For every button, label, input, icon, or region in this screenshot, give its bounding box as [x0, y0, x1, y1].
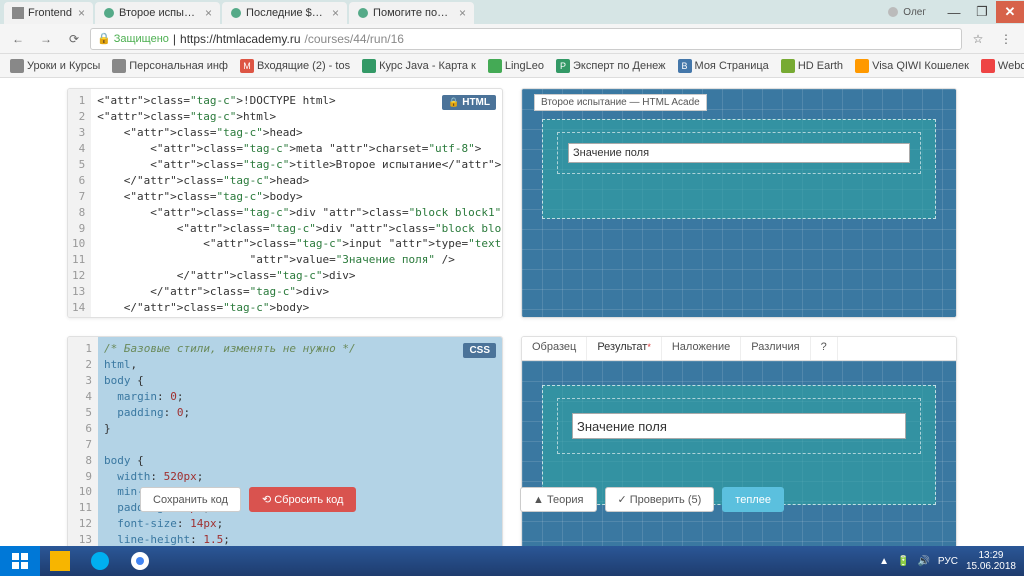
close-icon[interactable]: × [78, 6, 85, 20]
taskbar-app[interactable] [120, 546, 160, 576]
star-icon[interactable]: ☆ [966, 27, 990, 51]
bookmarks-bar: Уроки и Курсы Персональная инф MВходящие… [0, 54, 1024, 78]
bookmark-item[interactable]: Уроки и Курсы [6, 57, 104, 75]
bookmark-item[interactable]: Webcam Toy [977, 57, 1024, 75]
close-icon[interactable]: × [205, 6, 212, 20]
tab-sample[interactable]: Образец [522, 337, 587, 360]
result-tabs: Образец Результат* Наложение Различия ? [522, 337, 956, 361]
menu-icon[interactable]: ⋮ [994, 27, 1018, 51]
window-titlebar: Frontend× Второе испытание — Ба× Последн… [0, 0, 1024, 24]
result-block2 [557, 398, 921, 454]
tab-diff[interactable]: Различия [741, 337, 810, 360]
html-code-body[interactable]: <"attr">class="tag-c">!DOCTYPE html> <"a… [91, 89, 503, 317]
browser-tab[interactable]: Второе испытание — Ба× [95, 2, 220, 24]
url-host: https://htmlacademy.ru [180, 32, 301, 46]
bookmark-item[interactable]: Visa QIWI Кошелек [851, 57, 973, 75]
bookmark-item[interactable]: LingLeo [484, 57, 548, 75]
forward-button[interactable]: → [34, 27, 58, 51]
address-bar-row: ← → ⟳ 🔒 Защищено | https://htmlacademy.r… [0, 24, 1024, 54]
back-button[interactable]: ← [6, 27, 30, 51]
css-badge: CSS [463, 343, 496, 358]
tray-clock[interactable]: 13:29 15.06.2018 [966, 550, 1016, 572]
bookmark-item[interactable]: HD Earth [777, 57, 847, 75]
reset-button[interactable]: ⟲ Сбросить код [249, 487, 356, 512]
tab-overlay[interactable]: Наложение [662, 337, 741, 360]
tab-result[interactable]: Результат* [587, 337, 662, 360]
line-gutter: 123456789101112131415161718 [68, 337, 98, 546]
bookmark-item[interactable]: Курс Java - Карта к [358, 57, 480, 75]
preview-input[interactable] [568, 143, 910, 163]
preview-block1 [542, 119, 936, 219]
lock-icon: 🔒 Защищено [97, 32, 169, 45]
css-code-body[interactable]: /* Базовые стили, изменять не нужно */ h… [98, 337, 502, 546]
warmer-button[interactable]: теплее [722, 487, 784, 512]
preview-title: Второе испытание — HTML Acade [534, 94, 707, 111]
preview-panel: Второе испытание — HTML Acade [521, 88, 957, 318]
minimize-button[interactable]: — [940, 1, 968, 23]
bookmark-item[interactable]: Персональная инф [108, 57, 232, 75]
tray-icon[interactable]: ▲ [879, 556, 889, 567]
preview-block2 [557, 132, 921, 174]
line-gutter: 123456789101112131415 [68, 89, 91, 317]
maximize-button[interactable]: ❐ [968, 1, 996, 23]
close-button[interactable]: ✕ [996, 1, 1024, 23]
tray-lang[interactable]: РУС [938, 556, 958, 567]
bookmark-item[interactable]: BМоя Страница [674, 57, 773, 75]
bookmark-item[interactable]: PЭксперт по Денеж [552, 57, 670, 75]
css-editor-panel: CSS 123456789101112131415161718 /* Базов… [67, 336, 503, 546]
save-button[interactable]: Сохранить код [140, 487, 241, 512]
check-button[interactable]: ✓ Проверить (5) [605, 487, 715, 512]
reload-button[interactable]: ⟳ [62, 27, 86, 51]
close-icon[interactable]: × [459, 6, 466, 20]
start-button[interactable] [0, 546, 40, 576]
theory-button[interactable]: ▲ Теория [520, 487, 597, 512]
html-editor-panel: HTML 123456789101112131415 <"attr">class… [67, 88, 503, 318]
tray-icon[interactable]: 🔋 [897, 556, 909, 567]
taskbar-app[interactable] [80, 546, 120, 576]
tray-icon[interactable]: 🔊 [917, 556, 929, 567]
user-chip[interactable]: Олег [879, 4, 934, 20]
result-panel: Образец Результат* Наложение Различия ? [521, 336, 957, 546]
taskbar-app[interactable] [40, 546, 80, 576]
browser-tab[interactable]: Последние $10. Блочна× [222, 2, 347, 24]
close-icon[interactable]: × [332, 6, 339, 20]
browser-tab[interactable]: Помогите понять шири× [349, 2, 474, 24]
browser-tab[interactable]: Frontend× [4, 2, 93, 24]
url-path: /courses/44/run/16 [305, 32, 404, 46]
result-input[interactable] [572, 413, 906, 439]
tab-help[interactable]: ? [811, 337, 838, 360]
address-bar[interactable]: 🔒 Защищено | https://htmlacademy.ru/cour… [90, 28, 962, 50]
system-tray[interactable]: ▲ 🔋 🔊 РУС 13:29 15.06.2018 [879, 550, 1024, 572]
taskbar: ▲ 🔋 🔊 РУС 13:29 15.06.2018 [0, 546, 1024, 576]
bookmark-item[interactable]: MВходящие (2) - tos [236, 57, 354, 75]
html-badge: HTML [442, 95, 496, 110]
